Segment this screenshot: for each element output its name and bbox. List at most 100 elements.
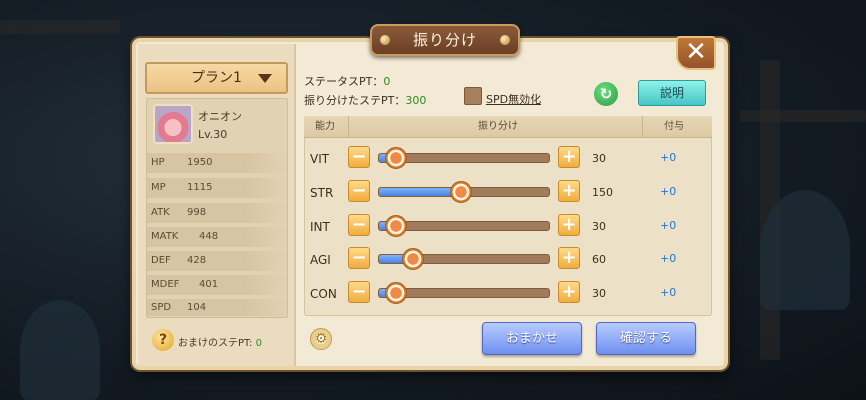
- rivet-icon: [380, 35, 390, 45]
- close-button[interactable]: ✕: [676, 36, 716, 70]
- plan-select[interactable]: プラン1: [145, 62, 288, 94]
- stat-value: 30: [592, 220, 606, 233]
- stat-value: 998: [187, 207, 207, 218]
- stat-bonus: +0: [660, 219, 677, 232]
- plus-button[interactable]: +: [558, 180, 580, 202]
- header-ability: 能力: [315, 121, 335, 132]
- bg-coral: [760, 190, 850, 310]
- plus-button[interactable]: +: [558, 146, 580, 168]
- bg-coral: [20, 300, 100, 400]
- stat-row: ATK 998: [147, 203, 287, 223]
- stat-value: 30: [592, 287, 606, 300]
- status-points: ステータスPT：0: [304, 73, 390, 89]
- stat-slider-row: VIT − + 30 +0: [304, 144, 712, 174]
- stat-slider-row: AGI − + 60 +0: [304, 245, 712, 275]
- stat-key: DEF: [151, 255, 171, 266]
- stat-value: 448: [199, 231, 219, 242]
- minus-button[interactable]: −: [348, 247, 370, 269]
- stat-slider[interactable]: [378, 248, 550, 270]
- stat-value: 150: [592, 186, 613, 199]
- stat-value: 60: [592, 253, 606, 266]
- bg-plank: [0, 20, 120, 34]
- plus-button[interactable]: +: [558, 281, 580, 303]
- stat-name: INT: [310, 220, 330, 234]
- table-header: 能力 振り分け 付与: [304, 116, 712, 138]
- stat-row: MP 1115: [147, 178, 287, 198]
- stat-bonus: +0: [660, 151, 677, 164]
- settings-button[interactable]: ⚙: [310, 328, 332, 350]
- minus-button[interactable]: −: [348, 146, 370, 168]
- stat-value: 401: [199, 279, 219, 290]
- character-name: オニオン: [198, 110, 242, 123]
- stat-value: 428: [187, 255, 207, 266]
- dialog-title: 振り分け: [370, 24, 520, 56]
- stat-slider[interactable]: [378, 282, 550, 304]
- stat-value: 1115: [187, 182, 213, 193]
- stat-value: 1950: [187, 157, 213, 168]
- plus-button[interactable]: +: [558, 214, 580, 236]
- spd-disable-checkbox[interactable]: [464, 87, 482, 105]
- stat-bonus: +0: [660, 252, 677, 265]
- gear-icon: ⚙: [314, 331, 328, 347]
- stat-slider-row: STR − + 150 +0: [304, 178, 712, 208]
- stat-slider[interactable]: [378, 181, 550, 203]
- rivet-icon: [500, 35, 510, 45]
- header-allocation: 振り分け: [478, 121, 518, 132]
- spd-disable-label[interactable]: SPD無効化: [486, 91, 541, 107]
- character-level: Lv.30: [198, 128, 228, 141]
- stat-bonus: +0: [660, 286, 677, 299]
- stat-value: 104: [187, 302, 207, 313]
- allocated-points: 振り分けたステPT：300: [304, 92, 426, 108]
- stat-slider-row: CON − + 30 +0: [304, 279, 712, 309]
- header-divider: [348, 116, 349, 138]
- bg-plank: [740, 110, 866, 122]
- stat-slider[interactable]: [378, 147, 550, 169]
- status-points-value: 0: [383, 75, 391, 88]
- avatar: [153, 104, 193, 144]
- confirm-button[interactable]: 確認する: [596, 322, 696, 355]
- plus-button[interactable]: +: [558, 247, 580, 269]
- slider-thumb[interactable]: [385, 282, 407, 304]
- explain-button[interactable]: 説明: [638, 80, 706, 106]
- auto-allocate-button[interactable]: おまかせ: [482, 322, 582, 355]
- header-bonus: 付与: [664, 121, 684, 132]
- stat-row: DEF 428: [147, 251, 287, 271]
- minus-button[interactable]: −: [348, 281, 370, 303]
- stat-key: ATK: [151, 207, 170, 218]
- minus-button[interactable]: −: [348, 214, 370, 236]
- plan-select-value: プラン1: [191, 70, 242, 86]
- stat-row: HP 1950: [147, 153, 287, 173]
- slider-fill: [379, 188, 461, 196]
- slider-thumb[interactable]: [449, 181, 472, 203]
- stat-row: MATK 448: [147, 227, 287, 247]
- slider-thumb[interactable]: [385, 147, 407, 169]
- stat-slider[interactable]: [378, 215, 550, 237]
- stat-name: VIT: [310, 152, 330, 166]
- stat-name: STR: [310, 186, 334, 200]
- refresh-button[interactable]: ↻: [594, 82, 618, 106]
- stat-row: MDEF 401: [147, 275, 287, 295]
- allocated-points-value: 300: [405, 94, 427, 107]
- stat-key: SPD: [151, 302, 172, 313]
- slider-thumb[interactable]: [402, 248, 424, 270]
- stat-key: MP: [151, 182, 166, 193]
- header-divider: [642, 116, 643, 138]
- stat-name: CON: [310, 287, 337, 301]
- bonus-points-value: 0: [255, 338, 262, 349]
- stat-slider-row: INT − + 30 +0: [304, 212, 712, 242]
- slider-thumb[interactable]: [385, 215, 407, 237]
- stat-value: 30: [592, 152, 606, 165]
- minus-button[interactable]: −: [348, 180, 370, 202]
- stat-key: MDEF: [151, 279, 180, 290]
- status-points-label: ステータスPT：: [304, 75, 384, 88]
- bonus-points: おまけのステPT: 0: [178, 334, 262, 349]
- stat-key: HP: [151, 157, 165, 168]
- question-icon[interactable]: ?: [152, 329, 174, 351]
- stat-bonus: +0: [660, 185, 677, 198]
- stat-row: SPD 104: [147, 299, 287, 316]
- dialog-title-text: 振り分け: [412, 31, 477, 49]
- bonus-points-label: おまけのステPT:: [178, 338, 253, 349]
- stat-name: AGI: [310, 253, 331, 267]
- allocated-points-label: 振り分けたステPT：: [304, 94, 406, 107]
- chevron-down-icon: [258, 74, 272, 83]
